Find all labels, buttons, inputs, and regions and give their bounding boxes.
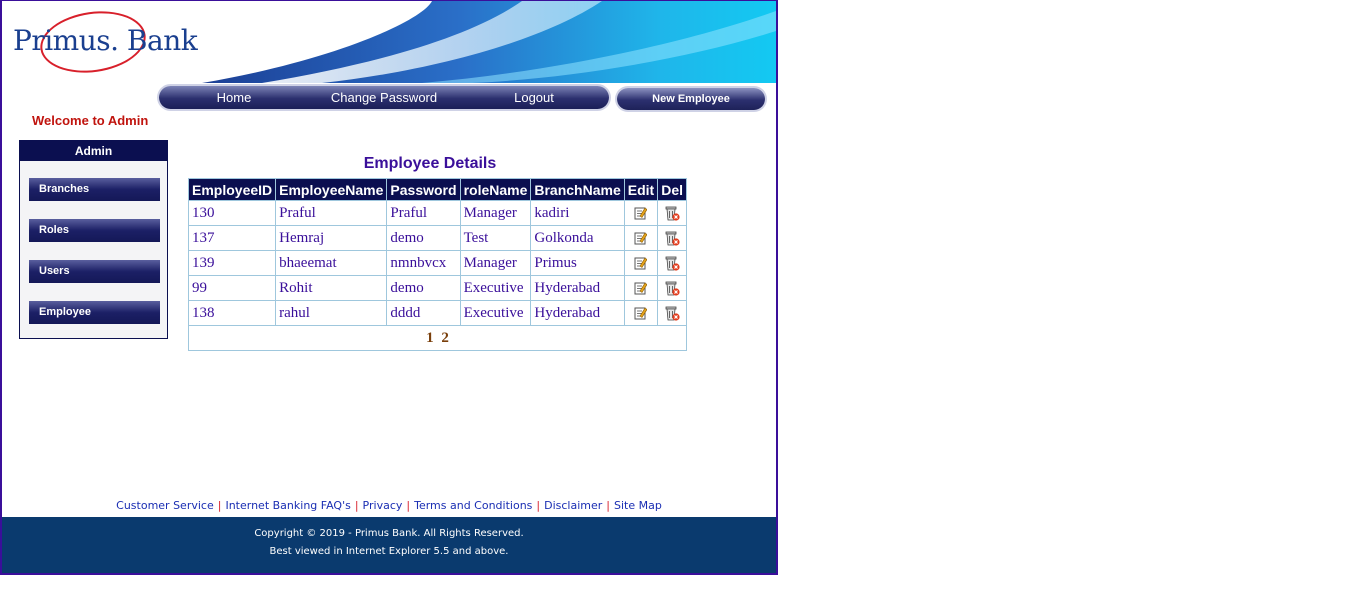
page-frame: Primus. Bank Home Change Password Logout… xyxy=(0,0,778,575)
col-header-role-name: roleName xyxy=(459,178,532,201)
edit-icon[interactable] xyxy=(634,281,648,295)
pager-row: 1 2 xyxy=(188,325,687,351)
edit-cell xyxy=(623,250,659,276)
cell-branch-name: kadiri xyxy=(530,200,625,226)
cell-password: nmnbvcx xyxy=(386,250,461,276)
sidebar-title: Admin xyxy=(20,141,167,161)
edit-icon[interactable] xyxy=(634,256,648,270)
col-header-branch-name: BranchName xyxy=(530,178,625,201)
welcome-message: Welcome to Admin xyxy=(32,113,149,128)
nav-logout[interactable]: Logout xyxy=(489,89,579,106)
footer-links: Customer Service | Internet Banking FAQ's |… xyxy=(116,499,662,512)
table-row: 138 rahul dddd Executive Hyderabad xyxy=(187,300,687,326)
delete-icon[interactable] xyxy=(664,205,680,221)
cell-password: demo xyxy=(386,275,461,301)
employee-table: EmployeeID EmployeeName Password roleNam… xyxy=(187,178,687,351)
table-row: 130 Praful Praful Manager kadiri xyxy=(187,200,687,226)
cell-employee-name: bhaeemat xyxy=(275,250,388,276)
cell-employee-id: 139 xyxy=(187,250,277,276)
cell-employee-id: 99 xyxy=(187,275,277,301)
pager-cell: 1 2 xyxy=(188,325,687,351)
cell-branch-name: Hyderabad xyxy=(530,300,625,326)
delete-icon[interactable] xyxy=(664,255,680,271)
cell-role-name: Manager xyxy=(459,250,532,276)
cell-branch-name: Golkonda xyxy=(530,225,625,251)
admin-sidebar: Admin Branches Roles Users Employee xyxy=(19,140,168,339)
cell-employee-name: Hemraj xyxy=(275,225,388,251)
link-privacy[interactable]: Privacy xyxy=(363,499,403,512)
delete-cell xyxy=(657,250,687,276)
link-customer-service[interactable]: Customer Service xyxy=(116,499,214,512)
cell-employee-name: Praful xyxy=(275,200,388,226)
logo-text: Primus. Bank xyxy=(13,24,198,57)
page-link-2[interactable]: 2 xyxy=(441,330,449,346)
link-terms[interactable]: Terms and Conditions xyxy=(414,499,532,512)
page-link-1[interactable]: 1 xyxy=(426,330,434,346)
delete-cell xyxy=(657,275,687,301)
delete-icon[interactable] xyxy=(664,280,680,296)
cell-employee-id: 138 xyxy=(187,300,277,326)
sidebar-item-branches[interactable]: Branches xyxy=(29,178,160,201)
delete-icon[interactable] xyxy=(664,230,680,246)
link-disclaimer[interactable]: Disclaimer xyxy=(544,499,602,512)
cell-branch-name: Hyderabad xyxy=(530,275,625,301)
cell-employee-id: 137 xyxy=(187,225,277,251)
edit-cell xyxy=(623,200,659,226)
edit-cell xyxy=(623,300,659,326)
table-title: Employee Details xyxy=(363,155,497,172)
cell-employee-name: rahul xyxy=(275,300,388,326)
primus-bank-logo: Primus. Bank xyxy=(12,4,212,80)
cell-employee-id: 130 xyxy=(187,200,277,226)
table-row: 139 bhaeemat nmnbvcx Manager Primus xyxy=(187,250,687,276)
col-header-edit: Edit xyxy=(623,178,659,201)
table-header-row: EmployeeID EmployeeName Password roleNam… xyxy=(187,178,687,201)
link-faq[interactable]: Internet Banking FAQ's xyxy=(225,499,350,512)
edit-cell xyxy=(623,225,659,251)
col-header-del: Del xyxy=(657,178,687,201)
link-site-map[interactable]: Site Map xyxy=(614,499,662,512)
cell-password: dddd xyxy=(386,300,461,326)
sidebar-item-users[interactable]: Users xyxy=(29,260,160,283)
header-banner: Primus. Bank xyxy=(2,1,776,83)
delete-cell xyxy=(657,200,687,226)
main-nav: Home Change Password Logout xyxy=(159,86,609,109)
sidebar-item-roles[interactable]: Roles xyxy=(29,219,160,242)
delete-icon[interactable] xyxy=(664,305,680,321)
col-header-employee-name: EmployeeName xyxy=(275,178,388,201)
cell-branch-name: Primus xyxy=(530,250,625,276)
edit-cell xyxy=(623,275,659,301)
footer-bar: Copyright © 2019 - Primus Bank. All Righ… xyxy=(2,517,776,573)
browser-note: Best viewed in Internet Explorer 5.5 and… xyxy=(269,546,509,557)
nav-home[interactable]: Home xyxy=(189,89,279,106)
table-row: 137 Hemraj demo Test Golkonda xyxy=(187,225,687,251)
table-row: 99 Rohit demo Executive Hyderabad xyxy=(187,275,687,301)
cell-employee-name: Rohit xyxy=(275,275,388,301)
cell-role-name: Executive xyxy=(459,275,532,301)
edit-icon[interactable] xyxy=(634,206,648,220)
nav-change-password[interactable]: Change Password xyxy=(309,89,459,106)
cell-role-name: Test xyxy=(459,225,532,251)
new-employee-button[interactable]: New Employee xyxy=(617,88,765,110)
edit-icon[interactable] xyxy=(634,231,648,245)
edit-icon[interactable] xyxy=(634,306,648,320)
cell-role-name: Manager xyxy=(459,200,532,226)
col-header-password: Password xyxy=(386,178,461,201)
sidebar-item-employee[interactable]: Employee xyxy=(29,301,160,324)
cell-password: demo xyxy=(386,225,461,251)
delete-cell xyxy=(657,225,687,251)
cell-password: Praful xyxy=(386,200,461,226)
copyright-text: Copyright © 2019 - Primus Bank. All Righ… xyxy=(254,528,524,539)
delete-cell xyxy=(657,300,687,326)
cell-role-name: Executive xyxy=(459,300,532,326)
col-header-employee-id: EmployeeID xyxy=(187,178,277,201)
